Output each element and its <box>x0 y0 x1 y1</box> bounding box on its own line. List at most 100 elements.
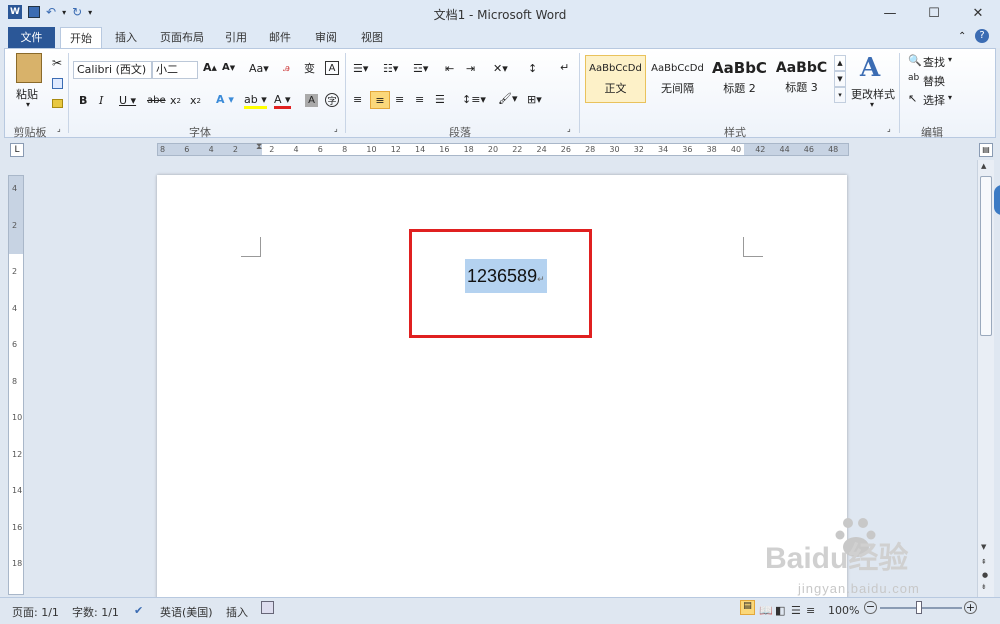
tab-references[interactable]: 引用 <box>220 27 252 48</box>
change-case-icon[interactable]: Aa▾ <box>249 62 269 75</box>
scroll-up-icon[interactable]: ▲ <box>981 162 986 170</box>
paste-dropdown-icon[interactable]: ▾ <box>26 100 30 109</box>
highlight-color-icon[interactable]: ab ▾ <box>244 93 267 109</box>
borders-icon[interactable]: ⊞▾ <box>527 93 542 106</box>
word-count[interactable]: 字数: 1/1 <box>72 604 119 620</box>
style-no-spacing[interactable]: AaBbCcDd 无间隔 <box>647 55 708 103</box>
vertical-scrollbar[interactable]: ▲ ▼ ⇞ ● ⇟ <box>977 160 994 597</box>
tab-selector-icon[interactable]: L <box>10 143 24 157</box>
grow-font-icon[interactable]: A ▲ <box>203 61 217 74</box>
font-color-icon[interactable]: A ▾ <box>274 93 291 109</box>
prev-page-icon[interactable]: ⇞ <box>981 558 987 566</box>
document-page[interactable]: 1236589↵ <box>157 175 847 605</box>
select-button[interactable]: 选择 <box>923 92 945 108</box>
find-dropdown-icon[interactable]: ▾ <box>948 55 952 64</box>
scroll-thumb[interactable] <box>980 176 992 336</box>
zoom-slider-thumb[interactable] <box>916 601 922 614</box>
clear-formatting-icon[interactable]: ꭿ <box>283 61 290 75</box>
vertical-ruler[interactable]: 4 2 2 4 6 8 10 12 14 16 18 <box>8 175 24 595</box>
close-button[interactable]: ✕ <box>956 0 1000 26</box>
draft-view-icon[interactable]: ≡ <box>806 604 815 617</box>
shrink-font-icon[interactable]: A ▼ <box>222 62 235 73</box>
undo-icon[interactable]: ↶ <box>46 5 56 19</box>
change-styles-dropdown-icon[interactable]: ▾ <box>870 100 874 109</box>
tab-home[interactable]: 开始 <box>60 27 102 48</box>
styles-launcher-icon[interactable]: ⌟ <box>887 124 891 133</box>
bold-icon[interactable]: B <box>79 94 87 107</box>
increase-indent-icon[interactable]: ⇥ <box>466 62 475 75</box>
underline-icon[interactable]: U ▾ <box>119 94 136 107</box>
selected-text[interactable]: 1236589↵ <box>465 259 547 293</box>
horizontal-ruler[interactable]: ⧗ 8 6 4 2 2 4 6 8 10 12 14 16 18 20 22 24 26 28 30 32 34 36 38… <box>157 142 849 156</box>
maximize-button[interactable]: ☐ <box>912 0 956 26</box>
browse-object-icon[interactable]: ● <box>982 571 988 579</box>
line-spacing-icon[interactable]: ↕≡▾ <box>462 93 486 106</box>
subscript-icon[interactable]: x2 <box>170 94 181 107</box>
text-effects-icon[interactable]: A ▾ <box>216 93 234 106</box>
styles-scroll-up-icon[interactable]: ▲ <box>834 55 846 71</box>
zoom-level[interactable]: 100% <box>828 604 859 617</box>
indent-marker-icon[interactable]: ⧗ <box>256 142 262 152</box>
font-name-combo[interactable]: Calibri (西文) <box>73 61 152 79</box>
print-layout-view-icon[interactable]: ▤ <box>740 600 755 615</box>
decrease-indent-icon[interactable]: ⇤ <box>445 62 454 75</box>
select-dropdown-icon[interactable]: ▾ <box>948 93 952 102</box>
tab-file[interactable]: 文件 <box>8 27 55 48</box>
tab-review[interactable]: 审阅 <box>308 27 344 48</box>
language-indicator[interactable]: 英语(美国) <box>160 604 213 620</box>
macro-record-icon[interactable] <box>261 601 274 614</box>
insert-mode[interactable]: 插入 <box>226 604 248 620</box>
customize-qat-icon[interactable]: ▾ <box>88 8 92 17</box>
italic-icon[interactable]: I <box>99 94 103 107</box>
copy-icon[interactable] <box>52 78 63 89</box>
select-icon[interactable]: ↖ <box>908 92 917 105</box>
clipboard-launcher-icon[interactable]: ⌟ <box>57 124 61 133</box>
zoom-in-icon[interactable]: + <box>964 601 977 614</box>
web-layout-view-icon[interactable]: ◧ <box>775 604 785 617</box>
styles-more-icon[interactable]: ▾ <box>834 87 846 103</box>
character-border-icon[interactable]: A <box>325 61 339 75</box>
styles-scroll-down-icon[interactable]: ▼ <box>834 71 846 87</box>
justify-icon[interactable]: ≡ <box>415 93 424 106</box>
tab-page-layout[interactable]: 页面布局 <box>152 27 212 48</box>
page-count[interactable]: 页面: 1/1 <box>12 604 59 620</box>
sort-icon[interactable]: ↕ <box>528 62 537 75</box>
replace-button[interactable]: 替换 <box>923 73 945 89</box>
tab-mailings[interactable]: 邮件 <box>264 27 296 48</box>
ruler-toggle-icon[interactable]: ▤ <box>979 143 993 157</box>
font-size-combo[interactable]: 小二 <box>152 61 198 79</box>
distributed-icon[interactable]: ☰ <box>435 93 445 106</box>
cut-icon[interactable]: ✂ <box>52 56 62 70</box>
character-shading-icon[interactable]: A <box>305 94 318 107</box>
change-styles-icon[interactable]: A <box>860 53 880 83</box>
paragraph-launcher-icon[interactable]: ⌟ <box>567 124 571 133</box>
superscript-icon[interactable]: x2 <box>190 94 201 107</box>
replace-icon[interactable]: ab <box>908 73 919 83</box>
style-heading-2[interactable]: AaBbC 标题 2 <box>709 55 770 103</box>
chinese-layout-icon[interactable]: ✕▾ <box>493 62 508 75</box>
outline-view-icon[interactable]: ☰ <box>791 604 801 617</box>
numbering-icon[interactable]: ☷▾ <box>383 62 398 75</box>
font-launcher-icon[interactable]: ⌟ <box>334 124 338 133</box>
scroll-down-icon[interactable]: ▼ <box>981 543 986 551</box>
proofing-icon[interactable]: ✔ <box>134 604 143 617</box>
edge-widget-icon[interactable] <box>994 185 1000 215</box>
align-right-icon[interactable]: ≡ <box>395 93 404 106</box>
enclose-characters-icon[interactable]: 字 <box>325 93 339 107</box>
align-left-icon[interactable]: ≡ <box>353 93 362 106</box>
tab-insert[interactable]: 插入 <box>108 27 144 48</box>
collapse-ribbon-icon[interactable]: ⌃ <box>958 31 966 42</box>
style-heading-3[interactable]: AaBbC 标题 3 <box>771 55 832 103</box>
save-icon[interactable] <box>28 6 40 18</box>
format-painter-icon[interactable] <box>52 99 63 108</box>
tab-view[interactable]: 视图 <box>354 27 390 48</box>
zoom-out-icon[interactable]: − <box>864 601 877 614</box>
align-center-icon[interactable]: ≡ <box>370 91 390 109</box>
next-page-icon[interactable]: ⇟ <box>981 583 987 591</box>
multilevel-list-icon[interactable]: ☲▾ <box>413 62 428 75</box>
show-marks-icon[interactable]: ↵ <box>560 61 569 74</box>
full-screen-view-icon[interactable]: 📖 <box>759 604 773 617</box>
find-icon[interactable]: 🔍 <box>908 54 922 67</box>
style-normal[interactable]: AaBbCcDd 正文 <box>585 55 646 103</box>
phonetic-guide-icon[interactable]: 变 <box>304 60 315 76</box>
